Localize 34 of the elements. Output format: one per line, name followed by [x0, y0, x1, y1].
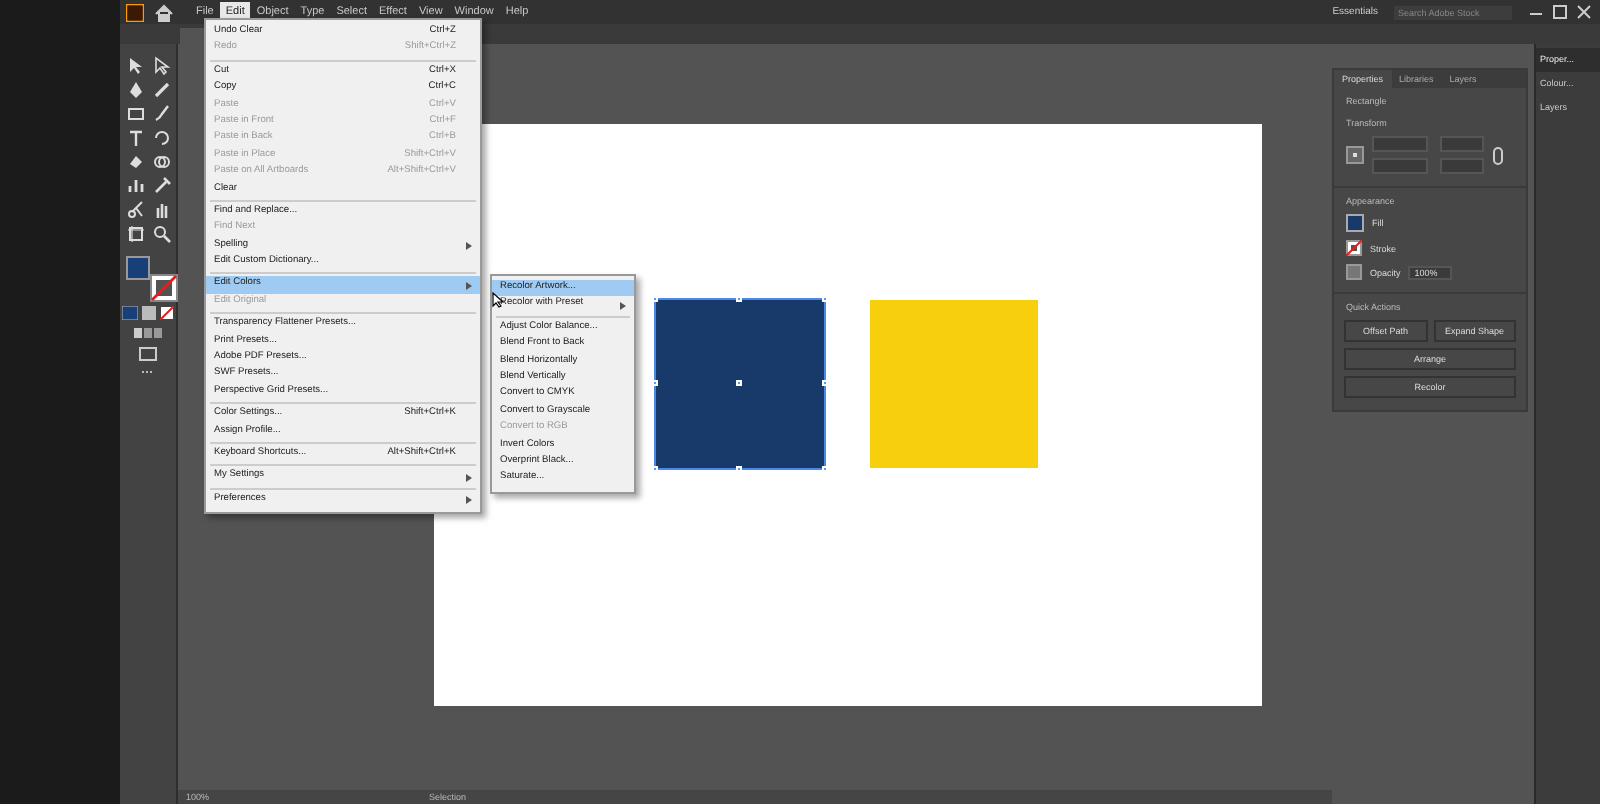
brush-icon[interactable] — [151, 104, 171, 124]
input-field[interactable] — [1440, 158, 1484, 174]
scissors-icon[interactable] — [125, 200, 145, 220]
graph-icon[interactable] — [125, 176, 145, 196]
shape-builder-icon[interactable] — [151, 152, 171, 172]
stroke-swatch[interactable] — [150, 274, 178, 302]
rectangle-icon[interactable] — [125, 104, 145, 124]
eyedropper-icon[interactable] — [151, 176, 171, 196]
draw-mode-icon[interactable] — [132, 326, 164, 340]
more-tools-icon[interactable] — [140, 368, 156, 376]
reference-point-icon[interactable] — [1346, 146, 1364, 164]
stroke-swatch[interactable] — [1346, 240, 1362, 256]
color-mode-icon[interactable] — [122, 306, 138, 320]
home-icon[interactable] — [154, 3, 174, 21]
text-icon[interactable] — [125, 128, 145, 148]
direct-selection-arrow-icon[interactable] — [151, 56, 171, 76]
app-logo-icon[interactable] — [126, 3, 144, 21]
input-field[interactable] — [1372, 136, 1428, 152]
input-field[interactable] — [1372, 158, 1428, 174]
input-field[interactable] — [1440, 136, 1484, 152]
maximize-icon[interactable] — [1552, 4, 1568, 20]
close-icon[interactable] — [1576, 4, 1592, 20]
rotate-icon[interactable] — [151, 128, 171, 148]
zoom-icon[interactable] — [151, 224, 171, 244]
pen-icon[interactable] — [125, 80, 145, 100]
fill-swatch[interactable] — [126, 256, 150, 280]
none-icon[interactable] — [160, 306, 174, 320]
pencil-icon[interactable] — [151, 80, 171, 100]
artboard-icon[interactable] — [125, 224, 145, 244]
fill-swatch[interactable] — [1346, 214, 1364, 232]
constrain-link-icon[interactable] — [1492, 145, 1504, 165]
selection-arrow-icon[interactable] — [125, 56, 145, 76]
screen-mode-icon[interactable] — [138, 346, 158, 362]
mouse-cursor-icon[interactable] — [492, 292, 504, 308]
